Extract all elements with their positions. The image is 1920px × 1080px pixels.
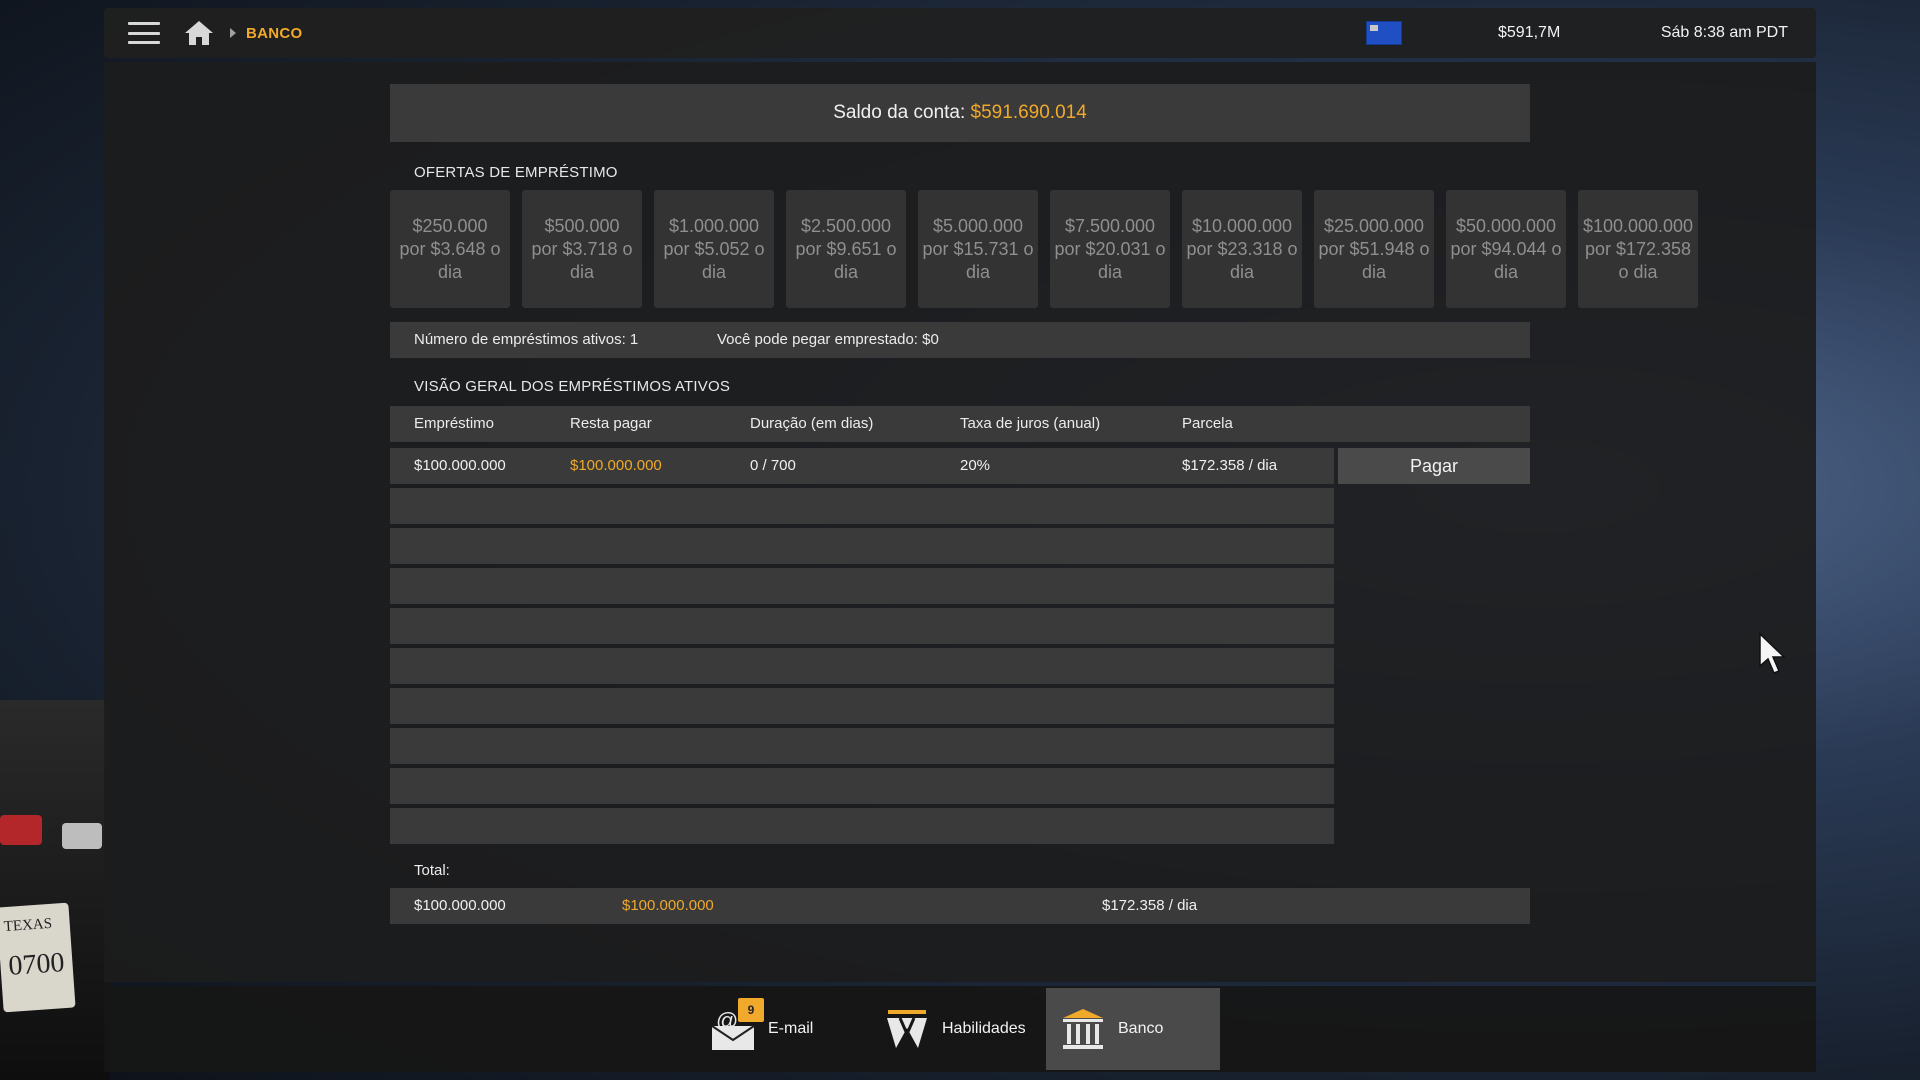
bank-icon	[1060, 1006, 1106, 1052]
balance-value: $591.690.014	[970, 102, 1087, 123]
empty-table-row	[390, 768, 1334, 804]
offer-rate: por $94.044 o dia	[1450, 238, 1562, 282]
row-installment: $172.358 / dia	[1182, 457, 1278, 474]
header-installment: Parcela	[1182, 415, 1233, 432]
loan-offers-list: $250.000 por $3.648 o dia $500.000 por $3.…	[390, 190, 1698, 308]
pay-button[interactable]: Pagar	[1338, 448, 1530, 484]
home-icon[interactable]	[184, 20, 214, 46]
loan-offer-card[interactable]: $10.000.000 por $23.318 o dia	[1182, 190, 1302, 308]
row-duration: 0 / 700	[750, 457, 796, 474]
row-loan: $100.000.000	[414, 457, 506, 474]
offer-amount: $7.500.000	[1064, 215, 1156, 236]
loan-offer-card[interactable]: $2.500.000 por $9.651 o dia	[786, 190, 906, 308]
hamburger-menu-icon[interactable]	[128, 22, 160, 44]
balance-label: Saldo da conta:	[833, 102, 966, 123]
offer-rate: por $3.718 o dia	[531, 238, 633, 282]
bottom-dock: @ 9 E-mail Habilidades Banco	[104, 986, 1816, 1072]
offer-rate: por $15.731 o dia	[922, 238, 1034, 282]
skills-icon	[884, 1006, 930, 1052]
offer-rate: por $20.031 o dia	[1054, 238, 1166, 282]
header-remaining: Resta pagar	[570, 415, 652, 432]
total-remaining: $100.000.000	[622, 897, 714, 914]
offer-rate: por $51.948 o dia	[1318, 238, 1430, 282]
offer-amount: $50.000.000	[1455, 215, 1557, 236]
top-bar: BANCO $591,7M Sáb 8:38 am PDT	[104, 8, 1816, 58]
total-label: Total:	[414, 862, 450, 879]
loan-offer-card[interactable]: $100.000.000 por $172.358 o dia	[1578, 190, 1698, 308]
empty-table-row	[390, 568, 1334, 604]
loan-offer-card[interactable]: $500.000 por $3.718 o dia	[522, 190, 642, 308]
background-reflector	[62, 823, 102, 849]
empty-table-row	[390, 608, 1334, 644]
row-remaining: $100.000.000	[570, 457, 662, 474]
background-taillight	[0, 815, 42, 845]
header-loan: Empréstimo	[414, 415, 495, 432]
background-car	[0, 700, 110, 1080]
offer-amount: $1.000.000	[668, 215, 760, 236]
offer-rate: por $5.052 o dia	[663, 238, 765, 282]
offer-rate: por $3.648 o dia	[399, 238, 501, 282]
offer-amount: $25.000.000	[1323, 215, 1425, 236]
header-interest: Taxa de juros (anual)	[960, 415, 1101, 432]
offer-amount: $5.000.000	[932, 215, 1024, 236]
active-loans-title: VISÃO GERAL DOS EMPRÉSTIMOS ATIVOS	[414, 378, 731, 395]
total-row: $100.000.000 $100.000.000 $172.358 / dia	[390, 888, 1530, 924]
empty-table-row	[390, 728, 1334, 764]
svg-text:0700: 0700	[7, 947, 65, 982]
empty-table-row	[390, 808, 1334, 844]
dock-skills-label: Habilidades	[942, 1020, 1026, 1037]
account-balance-bar: Saldo da conta: $591.690.014	[390, 84, 1530, 142]
clock-display: Sáb 8:38 am PDT	[1660, 24, 1788, 41]
total-installment: $172.358 / dia	[1102, 897, 1198, 914]
bank-panel: Saldo da conta: $591.690.014 OFERTAS DE …	[104, 62, 1816, 982]
money-display: $591,7M	[1498, 24, 1561, 41]
table-row: $100.000.000 $100.000.000 0 / 700 20% $1…	[390, 448, 1334, 484]
dock-email[interactable]: @ 9 E-mail	[710, 988, 850, 1070]
offer-amount: $100.000.000	[1582, 215, 1694, 236]
dock-bank[interactable]: Banco	[1046, 988, 1220, 1070]
empty-table-row	[390, 528, 1334, 564]
offer-amount: $10.000.000	[1191, 215, 1293, 236]
loan-offer-card[interactable]: $25.000.000 por $51.948 o dia	[1314, 190, 1434, 308]
loan-offer-card[interactable]: $250.000 por $3.648 o dia	[390, 190, 510, 308]
dock-bank-label: Banco	[1118, 1020, 1164, 1037]
breadcrumb-arrow-icon	[230, 28, 236, 38]
borrow-limit: Você pode pegar emprestado: $0	[717, 331, 939, 348]
loans-table-header: Empréstimo Resta pagar Duração (em dias)…	[390, 406, 1530, 442]
offer-rate: por $172.358 o dia	[1584, 238, 1692, 282]
loan-offer-card[interactable]: $50.000.000 por $94.044 o dia	[1446, 190, 1566, 308]
offer-amount: $250.000	[412, 215, 488, 236]
svg-text:@: @	[716, 1008, 738, 1033]
header-duration: Duração (em dias)	[750, 415, 874, 432]
total-loan: $100.000.000	[414, 897, 506, 914]
empty-table-row	[390, 488, 1334, 524]
empty-table-row	[390, 648, 1334, 684]
offer-amount: $500.000	[544, 215, 620, 236]
dock-skills[interactable]: Habilidades	[884, 988, 1044, 1070]
loan-offer-card[interactable]: $5.000.000 por $15.731 o dia	[918, 190, 1038, 308]
background-license-plate: TEXAS 0700	[0, 902, 76, 1013]
email-icon: @ 9	[710, 998, 764, 1052]
loan-offer-card[interactable]: $7.500.000 por $20.031 o dia	[1050, 190, 1170, 308]
email-badge: 9	[738, 998, 764, 1022]
active-loans-count: Número de empréstimos ativos: 1	[414, 331, 639, 348]
row-interest: 20%	[960, 457, 991, 474]
dock-email-label: E-mail	[768, 1020, 814, 1037]
license-plate-graphic: TEXAS 0700	[3, 916, 65, 982]
mouse-cursor-icon	[1759, 632, 1786, 674]
loan-offers-title: OFERTAS DE EMPRÉSTIMO	[414, 164, 618, 181]
flag-icon	[1366, 21, 1402, 45]
svg-text:TEXAS: TEXAS	[3, 916, 52, 935]
breadcrumb[interactable]: BANCO	[246, 25, 303, 42]
offer-rate: por $23.318 o dia	[1186, 238, 1298, 282]
empty-table-row	[390, 688, 1334, 724]
offer-rate: por $9.651 o dia	[795, 238, 897, 282]
loan-info-bar: Número de empréstimos ativos: 1 Você pod…	[390, 322, 1530, 358]
loan-offer-card[interactable]: $1.000.000 por $5.052 o dia	[654, 190, 774, 308]
offer-amount: $2.500.000	[800, 215, 892, 236]
